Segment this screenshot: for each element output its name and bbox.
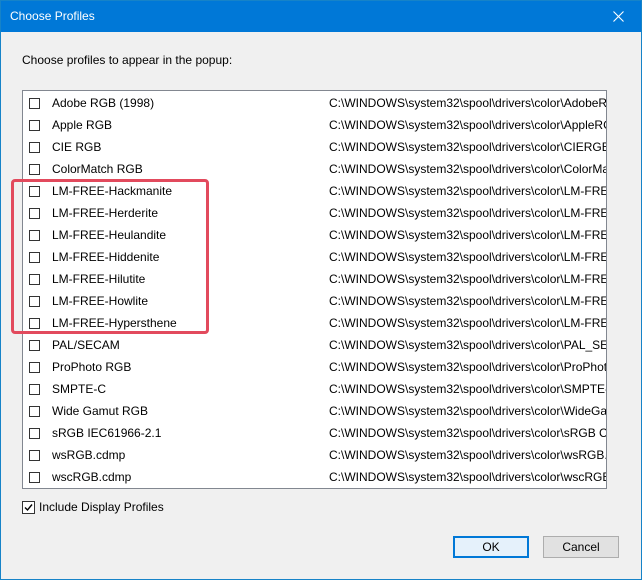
- profile-name: LM-FREE-Hackmanite: [52, 184, 173, 198]
- profile-name: PAL/SECAM: [52, 338, 120, 352]
- profile-name: LM-FREE-Herderite: [52, 206, 159, 220]
- ok-button[interactable]: OK: [453, 536, 529, 558]
- profile-checkbox[interactable]: [29, 230, 40, 241]
- profile-path: C:\WINDOWS\system32\spool\drivers\color\…: [329, 96, 607, 110]
- profile-path: C:\WINDOWS\system32\spool\drivers\color\…: [329, 250, 606, 264]
- profile-checkbox[interactable]: [29, 472, 40, 483]
- profile-checkbox[interactable]: [29, 296, 40, 307]
- profile-checkbox[interactable]: [29, 318, 40, 329]
- profile-checkbox[interactable]: [29, 142, 40, 153]
- profile-name: LM-FREE-Howlite: [52, 294, 149, 308]
- profile-row[interactable]: ColorMatch RGB C:\WINDOWS\system32\spool\…: [23, 158, 606, 180]
- profile-checkbox[interactable]: [29, 384, 40, 395]
- profile-checkbox[interactable]: [29, 340, 40, 351]
- profile-name: Wide Gamut RGB: [52, 404, 149, 418]
- profile-list[interactable]: Adobe RGB (1998) C:\WINDOWS\system32\spoo…: [22, 90, 607, 489]
- profile-row[interactable]: LM-FREE-Hackmanite C:\WINDOWS\system32\sp…: [23, 180, 606, 202]
- profile-checkbox[interactable]: [29, 208, 40, 219]
- profile-name: LM-FREE-Hiddenite: [52, 250, 160, 264]
- profile-name: wscRGB.cdmp: [52, 470, 132, 484]
- profile-path: C:\WINDOWS\system32\spool\drivers\color\…: [329, 338, 607, 352]
- profile-name: LM-FREE-Heulandite: [52, 228, 167, 242]
- profile-row[interactable]: Wide Gamut RGB C:\WINDOWS\system32\spool\…: [23, 400, 606, 422]
- window-title: Choose Profiles: [10, 9, 95, 23]
- profile-row[interactable]: CIE RGB C:\WINDOWS\system32\spool\drivers…: [23, 136, 606, 158]
- profile-checkbox[interactable]: [29, 406, 40, 417]
- profile-row[interactable]: LM-FREE-Hiddenite C:\WINDOWS\system32\spo…: [23, 246, 606, 268]
- profile-path: C:\WINDOWS\system32\spool\drivers\color\…: [329, 228, 606, 242]
- profile-path: C:\WINDOWS\system32\spool\drivers\color\…: [329, 272, 606, 286]
- profile-checkbox[interactable]: [29, 98, 40, 109]
- profile-checkbox[interactable]: [29, 428, 40, 439]
- profile-path: C:\WINDOWS\system32\spool\drivers\color\…: [329, 140, 607, 154]
- profile-name: sRGB IEC61966-2.1: [52, 426, 162, 440]
- profile-checkbox[interactable]: [29, 274, 40, 285]
- profile-name: CIE RGB: [52, 140, 102, 154]
- profile-path: C:\WINDOWS\system32\spool\drivers\color\…: [329, 448, 607, 462]
- profile-name: Adobe RGB (1998): [52, 96, 155, 110]
- profile-path: C:\WINDOWS\system32\spool\drivers\color\…: [329, 470, 607, 484]
- profile-path: C:\WINDOWS\system32\spool\drivers\color\…: [329, 426, 607, 440]
- include-display-profiles-option[interactable]: Include Display Profiles: [22, 499, 164, 515]
- close-icon: [612, 11, 624, 22]
- profile-row[interactable]: LM-FREE-Heulandite C:\WINDOWS\system32\sp…: [23, 224, 606, 246]
- profile-checkbox[interactable]: [29, 450, 40, 461]
- include-display-profiles-checkbox[interactable]: [22, 500, 35, 514]
- profile-path: C:\WINDOWS\system32\spool\drivers\color\…: [329, 360, 607, 374]
- profile-row[interactable]: wscRGB.cdmp C:\WINDOWS\system32\spool\dri…: [23, 466, 606, 488]
- profile-name: wsRGB.cdmp: [52, 448, 126, 462]
- profile-path: C:\WINDOWS\system32\spool\drivers\color\…: [329, 118, 606, 132]
- profile-path: C:\WINDOWS\system32\spool\drivers\color\…: [329, 184, 606, 198]
- profile-row[interactable]: ProPhoto RGB C:\WINDOWS\system32\spool\dr…: [23, 356, 606, 378]
- cancel-button[interactable]: Cancel: [543, 536, 619, 558]
- profile-row[interactable]: LM-FREE-Hilutite C:\WINDOWS\system32\spoo…: [23, 268, 606, 290]
- profile-checkbox[interactable]: [29, 362, 40, 373]
- close-button[interactable]: [595, 1, 641, 32]
- profile-row[interactable]: wsRGB.cdmp C:\WINDOWS\system32\spool\driv…: [23, 444, 606, 466]
- profile-path: C:\WINDOWS\system32\spool\drivers\color\…: [329, 382, 607, 396]
- include-display-profiles-label: Include Display Profiles: [39, 500, 164, 514]
- profile-path: C:\WINDOWS\system32\spool\drivers\color\…: [329, 206, 606, 220]
- profile-path: C:\WINDOWS\system32\spool\drivers\color\…: [329, 404, 607, 418]
- prompt-label: Choose profiles to appear in the popup:: [22, 53, 233, 67]
- checkmark-icon: [24, 503, 33, 511]
- profile-row[interactable]: LM-FREE-Hypersthene C:\WINDOWS\system32\s…: [23, 312, 606, 334]
- profile-checkbox[interactable]: [29, 164, 40, 175]
- profile-path: C:\WINDOWS\system32\spool\drivers\color\…: [329, 162, 607, 176]
- profile-checkbox[interactable]: [29, 120, 40, 131]
- profile-row[interactable]: PAL/SECAM C:\WINDOWS\system32\spool\drive…: [23, 334, 606, 356]
- profile-row[interactable]: LM-FREE-Howlite C:\WINDOWS\system32\spool…: [23, 290, 606, 312]
- profile-row[interactable]: Adobe RGB (1998) C:\WINDOWS\system32\spoo…: [23, 92, 606, 114]
- profile-name: LM-FREE-Hypersthene: [52, 316, 177, 330]
- profile-row[interactable]: LM-FREE-Herderite C:\WINDOWS\system32\spo…: [23, 202, 606, 224]
- profile-path: C:\WINDOWS\system32\spool\drivers\color\…: [329, 316, 606, 330]
- profile-name: SMPTE-C: [52, 382, 106, 396]
- profile-checkbox[interactable]: [29, 186, 40, 197]
- profile-name: ProPhoto RGB: [52, 360, 132, 374]
- title-bar[interactable]: Choose Profiles: [1, 1, 641, 32]
- profile-name: Apple RGB: [52, 118, 113, 132]
- profile-path: C:\WINDOWS\system32\spool\drivers\color\…: [329, 294, 607, 308]
- profile-name: LM-FREE-Hilutite: [52, 272, 146, 286]
- profile-checkbox[interactable]: [29, 252, 40, 263]
- profile-name: ColorMatch RGB: [52, 162, 143, 176]
- choose-profiles-dialog: Choose Profiles Choose profiles to appea…: [0, 0, 642, 580]
- profile-row[interactable]: Apple RGB C:\WINDOWS\system32\spool\drive…: [23, 114, 606, 136]
- profile-row[interactable]: sRGB IEC61966-2.1 C:\WINDOWS\system32\spo…: [23, 422, 606, 444]
- profile-row[interactable]: SMPTE-C C:\WINDOWS\system32\spool\drivers…: [23, 378, 606, 400]
